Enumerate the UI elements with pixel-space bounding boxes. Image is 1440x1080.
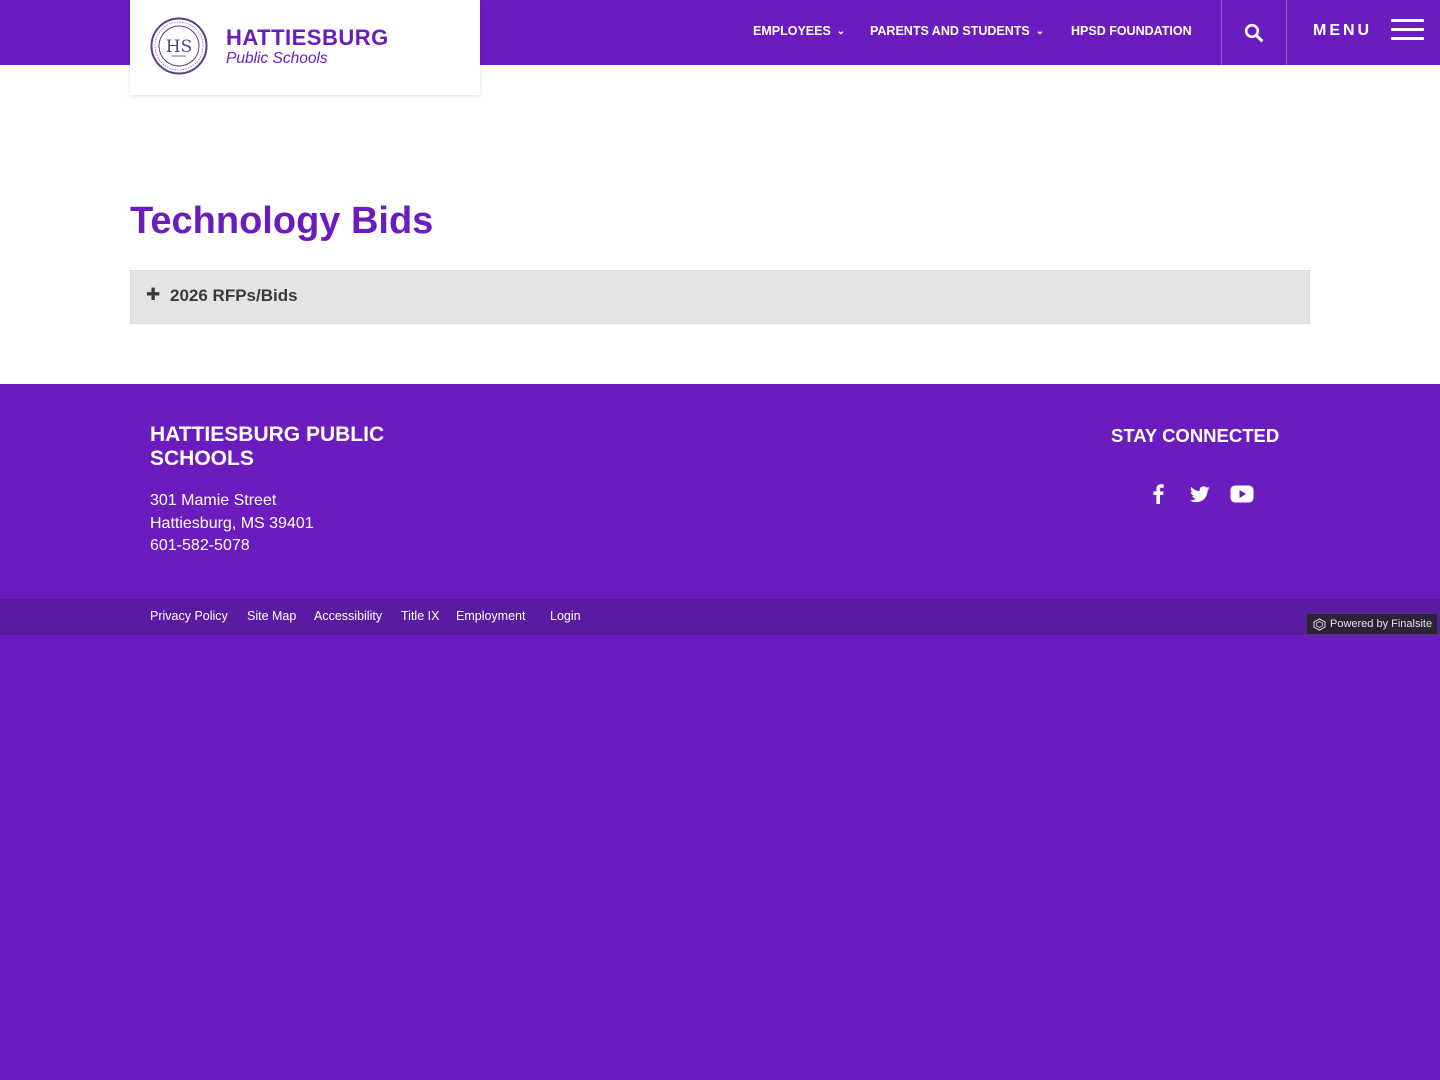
logo-subtitle: Public Schools bbox=[226, 50, 328, 67]
accordion-label: 2026 RFPs/Bids bbox=[170, 286, 298, 305]
plus-icon: ✚ bbox=[146, 285, 161, 305]
menu-button[interactable]: MENU bbox=[1287, 0, 1440, 65]
school-seal-icon: HS bbox=[150, 17, 208, 75]
twitter-icon bbox=[1190, 485, 1210, 502]
nav-parents-label: PARENTS AND STUDENTS bbox=[870, 24, 1030, 38]
site-logo[interactable]: HS HATTIESBURG Public Schools bbox=[130, 0, 480, 95]
powered-by-finalsite[interactable]: Powered by Finalsite bbox=[1306, 613, 1438, 635]
footer-link-privacy-policy[interactable]: Privacy Policy bbox=[150, 609, 228, 623]
facebook-icon bbox=[1153, 484, 1164, 504]
nav-hpsd-foundation[interactable]: HPSD FOUNDATION bbox=[1071, 24, 1192, 38]
chevron-down-icon: ⌄ bbox=[1035, 26, 1045, 37]
twitter-link[interactable] bbox=[1187, 481, 1213, 507]
hamburger-icon bbox=[1391, 19, 1424, 41]
nav-parents-and-students[interactable]: PARENTS AND STUDENTS ⌄ bbox=[870, 24, 1044, 38]
search-icon bbox=[1244, 23, 1263, 42]
facebook-link[interactable] bbox=[1145, 481, 1171, 507]
footer-address-city: Hattiesburg, MS 39401 bbox=[150, 515, 314, 532]
youtube-link[interactable] bbox=[1229, 481, 1255, 507]
stay-connected-heading: STAY CONNECTED bbox=[1111, 425, 1280, 446]
menu-label: MENU bbox=[1313, 22, 1373, 39]
logo-name: HATTIESBURG bbox=[226, 25, 389, 50]
youtube-icon bbox=[1230, 485, 1254, 503]
chevron-down-icon: ⌄ bbox=[836, 26, 846, 37]
footer-link-login[interactable]: Login bbox=[550, 609, 581, 623]
footer-org-name: HATTIESBURG PUBLIC SCHOOLS bbox=[150, 423, 385, 470]
nav-employees[interactable]: EMPLOYEES ⌄ bbox=[753, 24, 845, 38]
search-button[interactable] bbox=[1222, 0, 1286, 65]
footer-link-employment[interactable]: Employment bbox=[456, 609, 525, 623]
footer-link-title-ix[interactable]: Title IX bbox=[401, 609, 439, 623]
footer-address-street: 301 Mamie Street bbox=[150, 492, 277, 509]
page-title: Technology Bids bbox=[130, 200, 434, 242]
powered-by-text: Powered by Finalsite bbox=[1330, 618, 1433, 630]
nav-employees-label: EMPLOYEES bbox=[753, 24, 831, 38]
footer-phone[interactable]: 601-582-5078 bbox=[150, 537, 250, 555]
finalsite-logo-icon bbox=[1313, 617, 1326, 631]
accordion-2026-rfps-bids[interactable]: ✚ 2026 RFPs/Bids bbox=[130, 270, 1310, 324]
nav-foundation-label: HPSD FOUNDATION bbox=[1071, 24, 1192, 38]
footer-link-site-map[interactable]: Site Map bbox=[247, 609, 296, 623]
footer-link-accessibility[interactable]: Accessibility bbox=[314, 609, 382, 623]
svg-text:HS: HS bbox=[166, 37, 192, 57]
